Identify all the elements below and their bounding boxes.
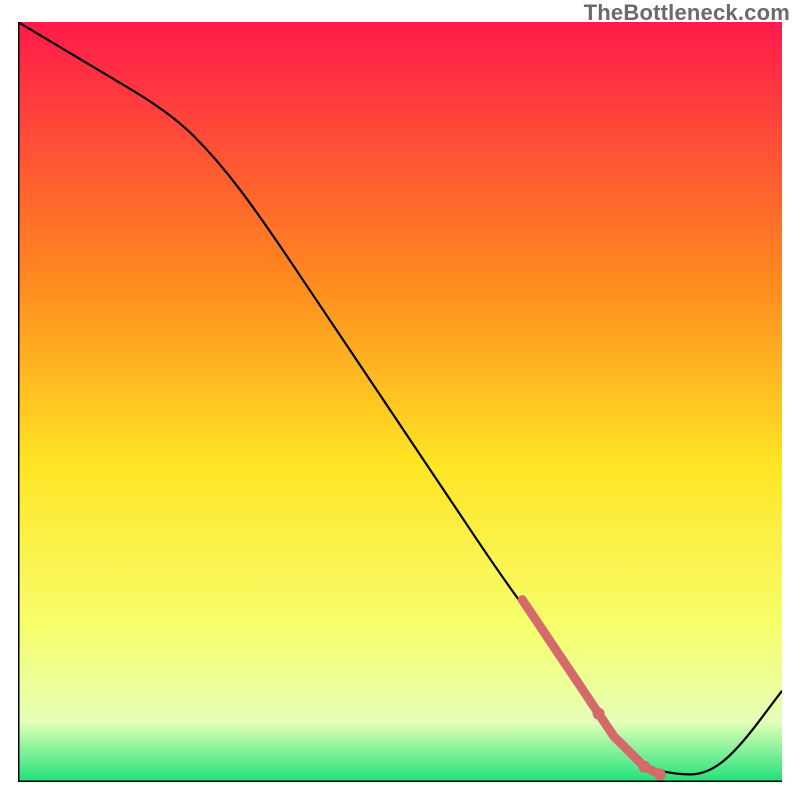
- highlight-dot: [639, 761, 651, 773]
- gradient-background: [18, 22, 782, 782]
- highlight-dot: [593, 708, 605, 720]
- chart-root: { "watermark": "TheBottleneck.com", "col…: [0, 0, 800, 800]
- watermark-text: TheBottleneck.com: [584, 0, 790, 26]
- bottleneck-chart: [18, 22, 782, 782]
- highlight-dot: [654, 768, 666, 780]
